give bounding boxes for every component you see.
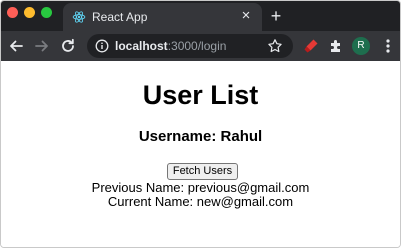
address-bar[interactable]: localhost:3000/login (87, 34, 293, 58)
window-controls (7, 7, 52, 18)
browser-window: React App × + localhost:3000/login R Use… (0, 0, 401, 248)
browser-toolbar: localhost:3000/login R (1, 31, 400, 61)
red-extension-icon[interactable] (303, 38, 319, 54)
puzzle-icon[interactable] (328, 38, 344, 54)
back-icon[interactable] (7, 37, 25, 55)
current-name-text: Current Name: new@gmail.com (107, 194, 294, 209)
tab-close-icon[interactable]: × (238, 8, 254, 24)
forward-icon[interactable] (33, 37, 51, 55)
username-heading: Username: Rahul (138, 128, 263, 145)
reload-icon[interactable] (59, 37, 77, 55)
close-window-button[interactable] (7, 7, 18, 18)
previous-name-text: Previous Name: previous@gmail.com (91, 180, 310, 195)
react-icon (72, 11, 86, 23)
page-title: User List (142, 80, 259, 110)
tab-strip: React App × + (1, 1, 400, 31)
star-icon[interactable] (267, 38, 283, 54)
info-icon[interactable] (95, 39, 109, 53)
maximize-window-button[interactable] (41, 7, 52, 18)
url-path: :3000/login (167, 39, 227, 53)
profile-avatar[interactable]: R (352, 37, 370, 55)
tab-react-app[interactable]: React App × (63, 3, 262, 31)
url-host: localhost (115, 39, 168, 53)
new-tab-button[interactable]: + (266, 6, 286, 26)
kebab-menu-icon[interactable] (381, 37, 395, 55)
page-content: User List Username: Rahul Fetch Users Pr… (1, 61, 400, 247)
minimize-window-button[interactable] (24, 7, 35, 18)
tab-title: React App (92, 10, 148, 24)
url-text[interactable]: localhost:3000/login (115, 39, 226, 53)
fetch-users-button[interactable]: Fetch Users (167, 163, 238, 180)
